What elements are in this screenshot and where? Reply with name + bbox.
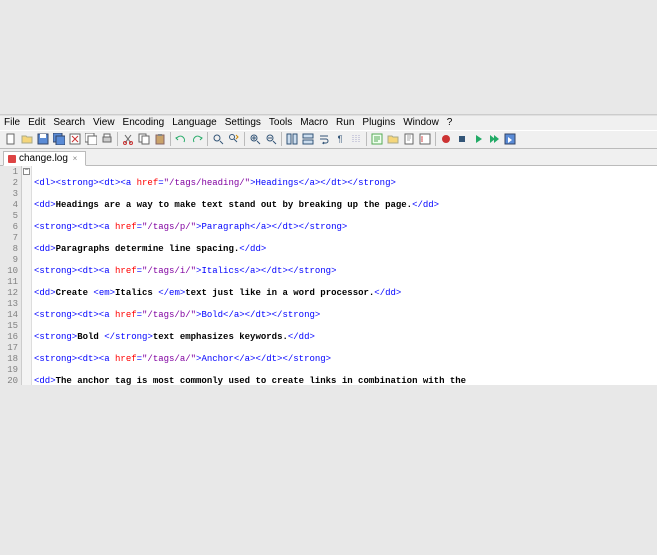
doc-map-icon[interactable]: [402, 132, 416, 146]
line-number: 13: [0, 299, 18, 310]
tab-close-icon[interactable]: ×: [71, 155, 79, 163]
redo-icon[interactable]: [190, 132, 204, 146]
file-icon: [8, 155, 16, 163]
sync-h-icon[interactable]: [301, 132, 315, 146]
print-icon[interactable]: [100, 132, 114, 146]
toolbar: ¶: [0, 130, 657, 149]
save-macro-icon[interactable]: [503, 132, 517, 146]
menu-plugins[interactable]: Plugins: [362, 117, 395, 128]
toolbar-separator: [207, 132, 208, 146]
wrap-icon[interactable]: [317, 132, 331, 146]
zoom-in-icon[interactable]: [248, 132, 262, 146]
close-all-icon[interactable]: [84, 132, 98, 146]
play-macro-icon[interactable]: [471, 132, 485, 146]
line-number: 7: [0, 233, 18, 244]
function-list-icon[interactable]: [370, 132, 384, 146]
sync-v-icon[interactable]: [285, 132, 299, 146]
line-number: 9: [0, 255, 18, 266]
toolbar-separator: [281, 132, 282, 146]
menu-settings[interactable]: Settings: [225, 117, 261, 128]
line-number: 19: [0, 365, 18, 376]
cut-icon[interactable]: [121, 132, 135, 146]
line-number: 8: [0, 244, 18, 255]
page-footer-area: [0, 385, 657, 555]
menu-tools[interactable]: Tools: [269, 117, 292, 128]
folder-workspace-icon[interactable]: [386, 132, 400, 146]
fold-toggle-icon[interactable]: −: [23, 168, 30, 175]
line-number: 3: [0, 189, 18, 200]
line-number: 18: [0, 354, 18, 365]
line-number: 14: [0, 310, 18, 321]
zoom-out-icon[interactable]: [264, 132, 278, 146]
toolbar-separator: [117, 132, 118, 146]
paste-icon[interactable]: [153, 132, 167, 146]
toolbar-separator: [435, 132, 436, 146]
line-number: 15: [0, 321, 18, 332]
toolbar-separator: [366, 132, 367, 146]
open-file-icon[interactable]: [20, 132, 34, 146]
tab-changelog[interactable]: change.log ×: [3, 151, 86, 166]
line-number-gutter: 1 2 3 4 5 6 7 8 9 10 11 12 13 14 15 16 1…: [0, 166, 22, 386]
undo-icon[interactable]: [174, 132, 188, 146]
line-number: 17: [0, 343, 18, 354]
toolbar-separator: [170, 132, 171, 146]
line-number: 12: [0, 288, 18, 299]
menu-macro[interactable]: Macro: [300, 117, 328, 128]
menu-file[interactable]: File: [4, 117, 20, 128]
save-all-icon[interactable]: [52, 132, 66, 146]
line-number: 2: [0, 178, 18, 189]
menu-run[interactable]: Run: [336, 117, 354, 128]
save-icon[interactable]: [36, 132, 50, 146]
new-file-icon[interactable]: [4, 132, 18, 146]
tab-bar: change.log ×: [0, 149, 657, 166]
copy-icon[interactable]: [137, 132, 151, 146]
replace-icon[interactable]: [227, 132, 241, 146]
line-number: 6: [0, 222, 18, 233]
menu-edit[interactable]: Edit: [28, 117, 45, 128]
menu-bar: File Edit Search View Encoding Language …: [0, 115, 657, 130]
close-icon[interactable]: [68, 132, 82, 146]
line-number: 10: [0, 266, 18, 277]
toolbar-separator: [244, 132, 245, 146]
fold-column: −: [22, 166, 32, 386]
show-chars-icon[interactable]: ¶: [333, 132, 347, 146]
stop-macro-icon[interactable]: [455, 132, 469, 146]
code-text[interactable]: <dl><strong><dt><a href="/tags/heading/"…: [32, 166, 657, 386]
find-icon[interactable]: [211, 132, 225, 146]
menu-search[interactable]: Search: [53, 117, 85, 128]
menu-help[interactable]: ?: [447, 117, 453, 128]
menu-window[interactable]: Window: [403, 117, 439, 128]
play-multi-icon[interactable]: [487, 132, 501, 146]
line-number: 5: [0, 211, 18, 222]
line-number: 16: [0, 332, 18, 343]
menu-encoding[interactable]: Encoding: [123, 117, 165, 128]
line-number: 1: [0, 167, 18, 178]
menu-view[interactable]: View: [93, 117, 115, 128]
indent-guide-icon[interactable]: [349, 132, 363, 146]
menu-language[interactable]: Language: [172, 117, 217, 128]
record-macro-icon[interactable]: [439, 132, 453, 146]
app-background: File Edit Search View Encoding Language …: [0, 0, 657, 555]
editor-area[interactable]: 1 2 3 4 5 6 7 8 9 10 11 12 13 14 15 16 1…: [0, 166, 657, 386]
line-number: 4: [0, 200, 18, 211]
doc-list-icon[interactable]: [418, 132, 432, 146]
tab-title: change.log: [19, 153, 68, 164]
line-number: 11: [0, 277, 18, 288]
